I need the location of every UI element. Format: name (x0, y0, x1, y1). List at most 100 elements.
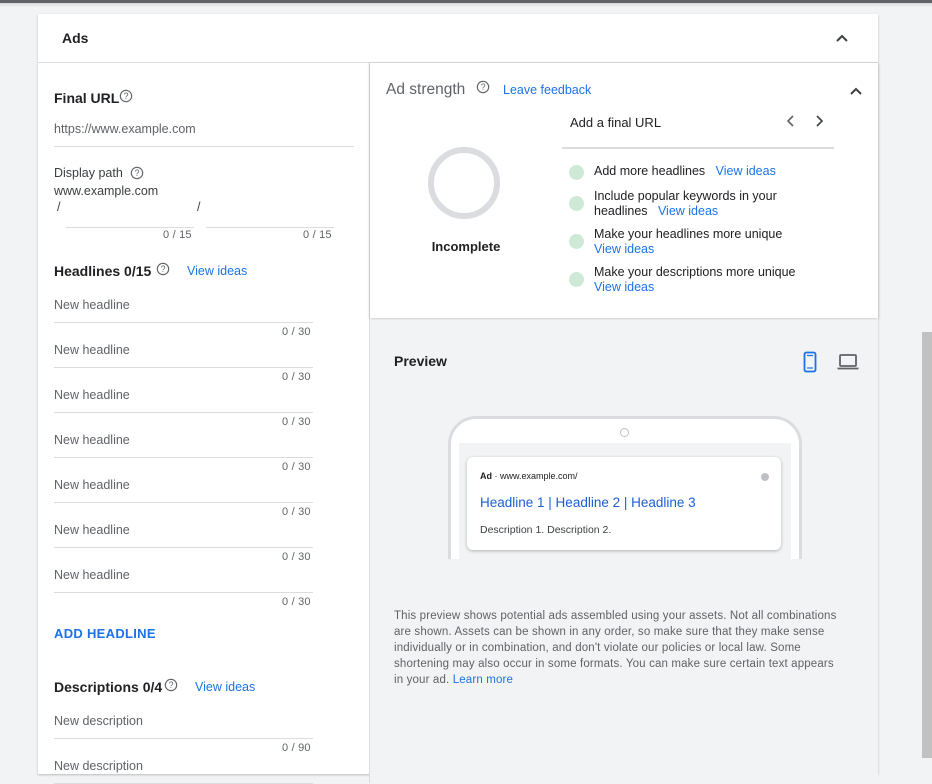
strength-status: Incomplete (431, 239, 501, 254)
headline-input[interactable] (54, 388, 313, 413)
desktop-device-icon[interactable] (836, 350, 860, 374)
descriptions-label: Descriptions 0/4 (54, 679, 163, 695)
headline-input[interactable] (54, 298, 313, 323)
path1-field[interactable] (66, 201, 194, 228)
tip-item: Make your descriptions more unique View i… (594, 265, 844, 295)
headline-field[interactable] (54, 386, 313, 413)
ad-url: www.example.com/ (500, 471, 578, 481)
headline-counter: 0 / 30 (282, 596, 311, 608)
headline-counter: 0 / 30 (282, 506, 311, 518)
headline-input[interactable] (54, 433, 313, 458)
strength-gauge (428, 147, 500, 219)
path1-counter: 0 / 15 (163, 229, 192, 241)
headline-counter: 0 / 30 (282, 461, 311, 473)
chevron-left-icon[interactable] (783, 113, 799, 129)
tip-status-dot (569, 234, 584, 249)
carousel-text: Add a final URL (570, 115, 662, 130)
info-icon[interactable] (761, 473, 769, 481)
help-icon[interactable]: ? (156, 262, 170, 276)
ad-badge: Ad (480, 471, 492, 481)
tip-item: Make your headlines more unique View idea… (594, 227, 844, 257)
help-icon[interactable]: ? (119, 89, 133, 103)
phone-camera (620, 428, 629, 437)
phone-screen: Ad · www.example.com/ Headline 1 | Headl… (459, 443, 791, 559)
tip-view-ideas-link[interactable]: View ideas (658, 204, 718, 218)
headline-input[interactable] (54, 478, 313, 503)
top-shadow (0, 3, 932, 7)
leave-feedback-link[interactable]: Leave feedback (503, 83, 591, 97)
ad-strength-panel: Ad strength ? Leave feedback Incomplete … (370, 63, 878, 318)
tip-status-dot (569, 165, 584, 180)
scrollbar[interactable] (922, 332, 932, 758)
tip-view-ideas-link[interactable]: View ideas (594, 280, 654, 294)
tip-view-ideas-link[interactable]: View ideas (594, 242, 654, 256)
description-input[interactable] (54, 759, 313, 784)
svg-text:?: ? (169, 680, 174, 690)
card-header[interactable]: Ads (38, 14, 878, 63)
final-url-field[interactable] (54, 120, 354, 147)
carousel-divider (562, 147, 834, 149)
preview-title: Preview (394, 353, 447, 369)
ad-strength-title: Ad strength (386, 81, 466, 98)
final-url-label: Final URL (54, 90, 120, 106)
headline-counter: 0 / 30 (282, 416, 311, 428)
headline-input[interactable] (54, 343, 313, 368)
headline-counter: 0 / 30 (282, 326, 311, 338)
description-field[interactable] (54, 757, 313, 784)
description-counter: 0 / 90 (282, 742, 311, 754)
help-icon[interactable]: ? (130, 166, 144, 180)
headline-field[interactable] (54, 476, 313, 503)
headline-field[interactable] (54, 341, 313, 368)
path2-field[interactable] (206, 201, 334, 228)
headline-counter: 0 / 30 (282, 371, 311, 383)
path1-input[interactable] (66, 203, 194, 228)
ads-card: Ads Final URL ? Display path ? www.examp… (38, 14, 878, 784)
headlines-label: Headlines 0/15 (54, 263, 152, 279)
headline-input[interactable] (54, 568, 313, 593)
svg-text:?: ? (481, 82, 486, 92)
path2-counter: 0 / 15 (303, 229, 332, 241)
headline-field[interactable] (54, 566, 313, 593)
mobile-device-icon[interactable] (798, 350, 822, 374)
ad-headline: Headline 1 | Headline 2 | Headline 3 (480, 495, 696, 510)
preview-disclaimer: This preview shows potential ads assembl… (394, 608, 846, 688)
svg-text:?: ? (124, 91, 129, 101)
help-icon[interactable]: ? (164, 678, 178, 692)
headline-counter: 0 / 30 (282, 551, 311, 563)
description-input[interactable] (54, 714, 313, 739)
display-path-label: Display path (54, 166, 123, 180)
tip-text: Make your descriptions more unique (594, 265, 796, 279)
tip-text: Add more headlines (594, 164, 706, 178)
description-field[interactable] (54, 712, 313, 739)
ad-preview-card: Ad · www.example.com/ Headline 1 | Headl… (467, 457, 781, 550)
path-slash: / (197, 200, 201, 214)
ad-assets-form: Final URL ? Display path ? www.example.c… (38, 63, 370, 784)
tip-item: Add more headlines View ideas (594, 164, 844, 179)
tip-text: Make your headlines more unique (594, 227, 783, 241)
tip-status-dot (569, 272, 584, 287)
display-path-domain: www.example.com (54, 184, 159, 198)
descriptions-view-ideas-link[interactable]: View ideas (195, 680, 255, 694)
section-title: Ads (62, 30, 89, 46)
headline-field[interactable] (54, 431, 313, 458)
preview-panel: Preview Ad · www.example.com/ Headline 1… (370, 320, 878, 780)
svg-text:?: ? (161, 264, 166, 274)
phone-mockup: Ad · www.example.com/ Headline 1 | Headl… (448, 416, 802, 559)
headlines-view-ideas-link[interactable]: View ideas (187, 264, 247, 278)
tip-item: Include popular keywords in your headlin… (594, 189, 808, 219)
headline-input[interactable] (54, 523, 313, 548)
final-url-input[interactable] (54, 122, 354, 147)
chevron-up-icon[interactable] (844, 79, 868, 103)
headline-field[interactable] (54, 296, 313, 323)
learn-more-link[interactable]: Learn more (453, 674, 513, 686)
chevron-up-icon[interactable] (830, 26, 854, 50)
tip-status-dot (569, 196, 584, 211)
tip-view-ideas-link[interactable]: View ideas (716, 164, 776, 178)
headline-field[interactable] (54, 521, 313, 548)
chevron-right-icon[interactable] (811, 113, 827, 129)
svg-text:?: ? (135, 168, 140, 178)
path2-input[interactable] (206, 203, 334, 228)
ad-url-line: Ad · www.example.com/ (480, 471, 578, 481)
add-headline-button[interactable]: ADD HEADLINE (54, 626, 156, 641)
help-icon[interactable]: ? (476, 80, 490, 94)
